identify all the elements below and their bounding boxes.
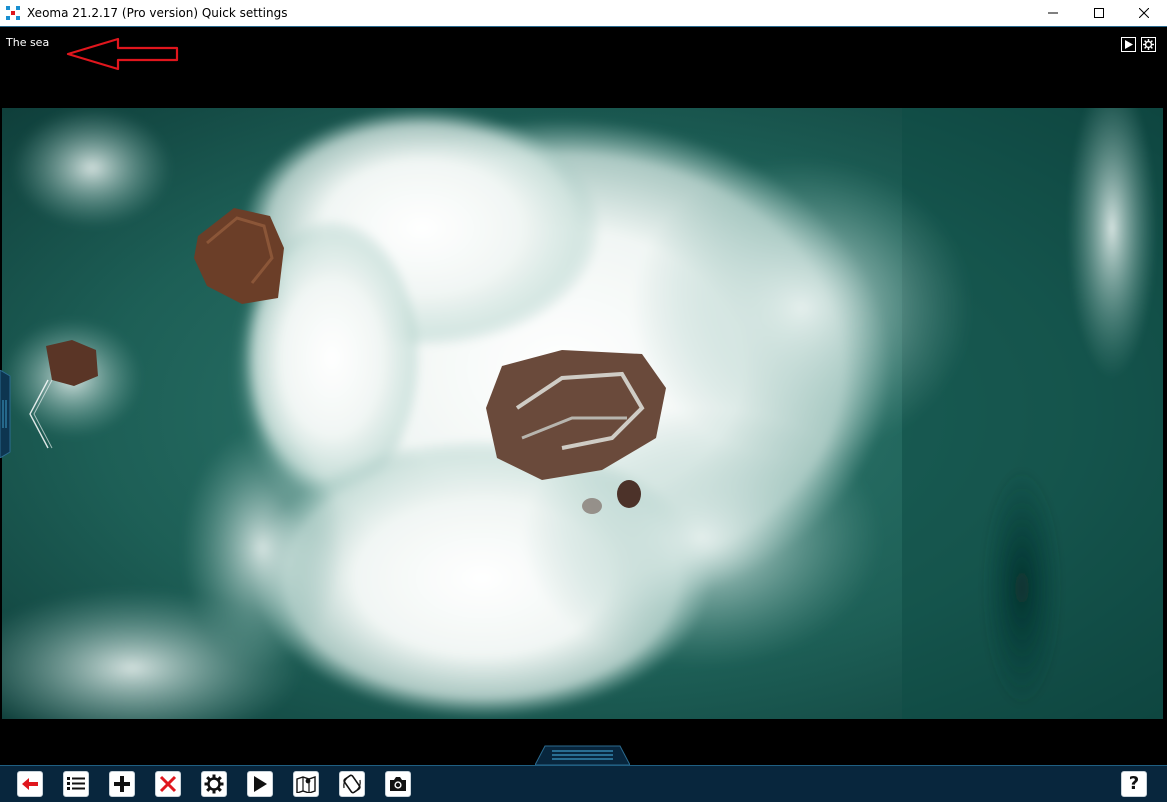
ptz-button[interactable]: [339, 771, 365, 797]
xeoma-logo-icon: [6, 6, 20, 20]
help-button[interactable]: ?: [1121, 771, 1147, 797]
camera-video-frame: [2, 108, 1163, 719]
settings-button[interactable]: [201, 771, 227, 797]
back-button[interactable]: [17, 771, 43, 797]
title-bar: Xeoma 21.2.17 (Pro version) Quick settin…: [0, 0, 1167, 26]
gear-icon: [204, 774, 224, 794]
collapse-arrow-icon[interactable]: [26, 378, 54, 450]
ptz-icon: [343, 774, 361, 794]
window-frame-line: [0, 26, 1167, 27]
red-arrow-icon: [66, 37, 179, 71]
play-icon: [1125, 40, 1133, 49]
view-settings-button[interactable]: [1141, 37, 1156, 52]
camera-list-button[interactable]: [63, 771, 89, 797]
cross-icon: [159, 775, 177, 793]
add-camera-button[interactable]: [109, 771, 135, 797]
archive-play-button[interactable]: [247, 771, 273, 797]
maximize-icon: [1094, 8, 1104, 18]
minimize-button[interactable]: [1030, 0, 1076, 26]
window-title: Xeoma 21.2.17 (Pro version) Quick settin…: [27, 6, 288, 20]
back-arrow-icon: [22, 778, 38, 790]
list-icon: [67, 777, 85, 790]
gear-icon: [1143, 39, 1154, 50]
bottom-toolbar: ?: [0, 765, 1167, 802]
delete-camera-button[interactable]: [155, 771, 181, 797]
question-icon: ?: [1128, 773, 1140, 794]
camera-name: The sea: [6, 36, 50, 49]
map-icon: [296, 776, 316, 793]
play-icon: [254, 776, 267, 792]
side-panel-toggle[interactable]: [0, 370, 16, 458]
bottom-panel-toggle[interactable]: [535, 745, 630, 765]
close-button[interactable]: [1121, 0, 1167, 26]
close-icon: [1139, 8, 1149, 18]
snapshot-button[interactable]: [385, 771, 411, 797]
plus-icon: [114, 776, 130, 792]
minimize-icon: [1048, 12, 1058, 14]
camera-icon: [390, 777, 406, 791]
maximize-button[interactable]: [1076, 0, 1122, 26]
camera-view[interactable]: The sea: [0, 28, 1163, 765]
map-button[interactable]: [293, 771, 319, 797]
view-play-button[interactable]: [1121, 37, 1136, 52]
